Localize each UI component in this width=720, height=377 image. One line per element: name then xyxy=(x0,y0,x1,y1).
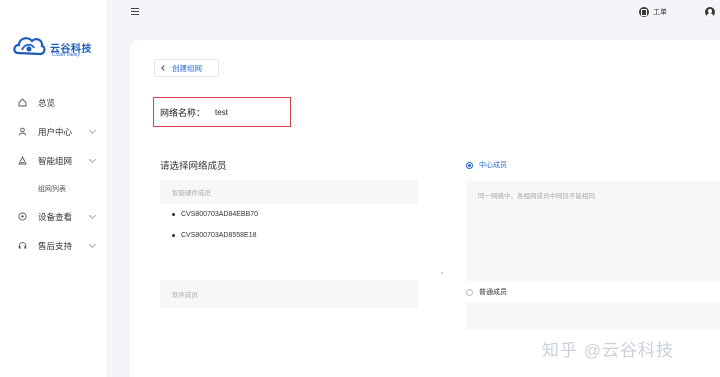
ticket-icon xyxy=(639,7,649,17)
user-icon xyxy=(18,127,27,136)
center-member-radio[interactable]: 中心成员 xyxy=(466,160,507,170)
cloud-logo-icon xyxy=(13,37,46,56)
members-section-title: 请选择网络成员 xyxy=(160,161,227,172)
network-icon xyxy=(18,156,27,165)
normal-member-radio[interactable]: 普通成员 xyxy=(466,287,507,297)
sidebar-item-label: 售后支持 xyxy=(38,240,73,251)
chevron-down-icon xyxy=(88,155,97,164)
user-avatar-icon[interactable] xyxy=(705,7,715,17)
home-icon xyxy=(18,98,27,107)
software-members-header: 软件成员 xyxy=(160,280,418,308)
center-member-hint: 同一网络中，各组网成员中网段不能相同 xyxy=(478,193,595,200)
hardware-member-id: CVS800703AD84EBB70 xyxy=(181,211,259,218)
sidebar-item-device-view[interactable]: 设备查看 xyxy=(0,202,108,231)
ticket-label: 工单 xyxy=(653,9,667,16)
chevron-down-icon xyxy=(88,126,97,135)
divider xyxy=(441,272,443,274)
list-item[interactable]: CVS800703AD8558E18 xyxy=(160,225,418,246)
sidebar-subitem-network-list[interactable]: 组网列表 xyxy=(0,175,108,202)
chevron-down-icon xyxy=(88,240,97,249)
sidebar-item-smart-network[interactable]: 智能组网 xyxy=(0,146,108,175)
bullet-icon xyxy=(172,234,175,237)
chevron-down-icon xyxy=(88,211,97,220)
sidebar-item-after-sales[interactable]: 售后支持 xyxy=(0,231,108,260)
menu-toggle-icon[interactable] xyxy=(131,8,139,16)
sidebar-nav: 总览 用户中心 智能组网 组网列表 设备查看 售后支持 xyxy=(0,88,108,260)
chevron-left-icon xyxy=(161,65,167,71)
watermark: 知乎 @云谷科技 xyxy=(542,341,674,360)
network-name-field: 网络名称： xyxy=(153,97,291,127)
network-name-input[interactable] xyxy=(215,107,276,117)
hardware-members-header: 智能硬件成员 xyxy=(160,180,418,204)
sidebar-item-label: 用户中心 xyxy=(38,126,73,137)
brand-tagline: Cloud Valley xyxy=(52,52,80,58)
normal-member-label: 普通成员 xyxy=(479,289,507,296)
sidebar-item-label: 智能组网 xyxy=(38,155,73,166)
top-bar: 工单 xyxy=(108,0,720,28)
hardware-member-id: CVS800703AD8558E18 xyxy=(181,232,257,239)
bullet-icon xyxy=(172,213,175,216)
list-item[interactable]: CVS800703AD84EBB70 xyxy=(160,204,418,225)
radio-selected-icon xyxy=(466,161,473,169)
sidebar-item-label: 设备查看 xyxy=(38,211,73,222)
device-icon xyxy=(18,212,27,221)
sidebar-item-label: 总览 xyxy=(38,97,56,108)
sidebar-item-user-center[interactable]: 用户中心 xyxy=(0,117,108,146)
normal-member-dropzone[interactable] xyxy=(466,302,720,330)
main-content: 创建组网 网络名称： 请选择网络成员 智能硬件成员 CVS800703AD84E… xyxy=(130,40,720,377)
headset-icon xyxy=(18,241,27,250)
hardware-members-panel: 智能硬件成员 CVS800703AD84EBB70 CVS800703AD855… xyxy=(160,180,418,266)
center-member-dropzone[interactable]: 同一网络中，各组网成员中网段不能相同 xyxy=(466,181,720,281)
sidebar-item-overview[interactable]: 总览 xyxy=(0,88,108,117)
brand-logo[interactable]: 云谷科技 Cloud Valley xyxy=(12,33,102,63)
ticket-button[interactable]: 工单 xyxy=(639,7,667,17)
radio-unselected-icon xyxy=(466,288,473,296)
back-button-label: 创建组网 xyxy=(172,63,202,73)
network-name-label: 网络名称： xyxy=(160,107,206,118)
sidebar: 云谷科技 Cloud Valley 总览 用户中心 智能组网 组网列表 设备查看… xyxy=(0,0,108,377)
center-member-label: 中心成员 xyxy=(479,162,507,169)
back-button[interactable]: 创建组网 xyxy=(154,59,219,77)
